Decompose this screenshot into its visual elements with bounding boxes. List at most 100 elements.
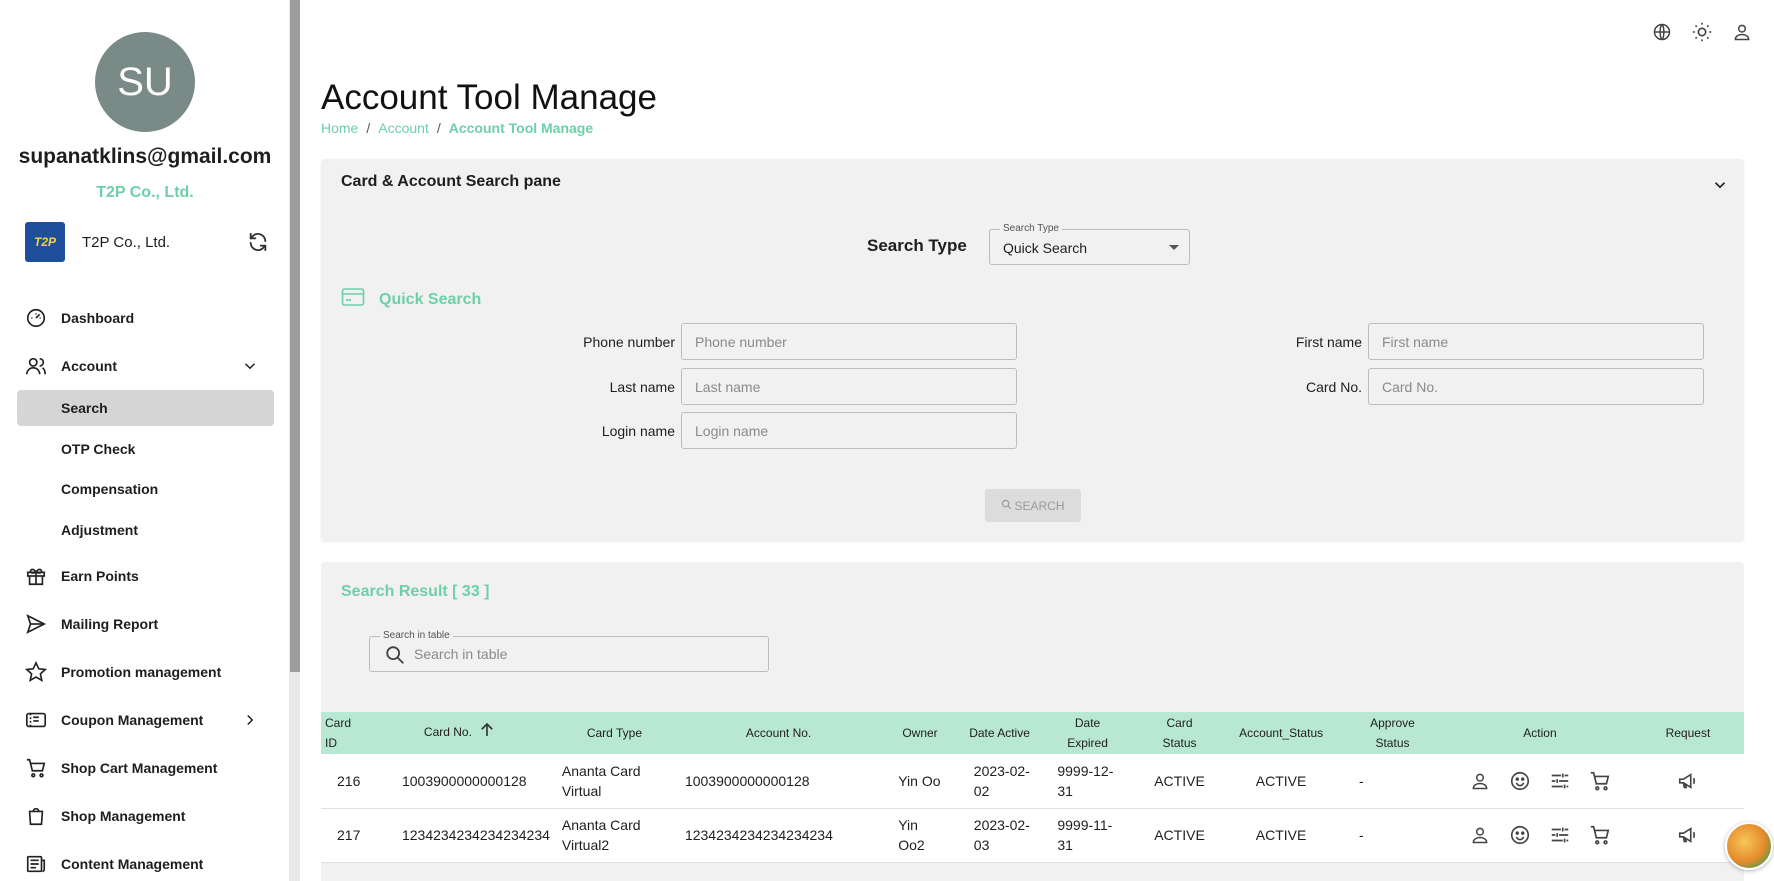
scrollbar-thumb[interactable] <box>290 0 300 672</box>
sidebar-item-mailing-report[interactable]: Mailing Report <box>24 609 274 639</box>
cell-line: 03 <box>973 837 990 853</box>
avatar[interactable]: SU <box>95 32 195 132</box>
col-label: Status <box>1162 736 1197 750</box>
coupon-icon <box>24 708 48 732</box>
sidebar-item-promotion-management[interactable]: Promotion management <box>24 657 274 687</box>
chat-bubble-avatar[interactable] <box>1725 822 1773 870</box>
search-type-value: Quick Search <box>1003 240 1088 256</box>
cell-card-no: 1234234234234234234 <box>365 808 554 863</box>
table-search-input[interactable] <box>414 639 754 669</box>
chevron-right-icon[interactable] <box>238 708 262 732</box>
globe-icon[interactable] <box>1650 20 1674 44</box>
company-switcher: T2P T2P Co., Ltd. <box>25 222 270 262</box>
bag-icon <box>24 804 48 828</box>
chevron-down-icon[interactable] <box>1708 173 1732 197</box>
breadcrumb-current: Account Tool Manage <box>448 120 594 136</box>
cell-date-expired: 9999-11- 31 <box>1041 808 1134 863</box>
col-card-no[interactable]: Card No. <box>366 712 554 754</box>
refresh-icon[interactable] <box>246 230 270 254</box>
col-label: Approve <box>1370 716 1415 730</box>
col-account-status[interactable]: Account_Status <box>1225 712 1337 754</box>
cart-icon[interactable] <box>1588 769 1612 793</box>
cell-line: 2023-02- <box>973 817 1030 833</box>
sidebar: SU supanatklins@gmail.com T2P Co., Ltd. … <box>0 0 290 881</box>
col-date-expired[interactable]: Date Expired <box>1041 712 1133 754</box>
table-row[interactable]: 216 1003900000000128 Ananta Card Virtual … <box>321 754 1744 809</box>
last-name-input[interactable] <box>681 368 1017 405</box>
cell-approve-status: - <box>1336 808 1449 863</box>
cell-card-no: 1003900000000128 <box>365 754 554 809</box>
sidebar-item-search[interactable]: Search <box>17 390 274 426</box>
sidebar-item-dashboard[interactable]: Dashboard <box>24 303 274 333</box>
dashboard-icon <box>24 306 48 330</box>
cell-line: 02 <box>973 782 990 799</box>
sidebar-item-compensation[interactable]: Compensation <box>17 471 274 507</box>
login-name-input[interactable] <box>681 412 1017 449</box>
table-search[interactable]: Search in table <box>369 630 769 672</box>
user-icon[interactable] <box>1468 823 1492 847</box>
search-results: Search Result [ 33 ] Search in table Car… <box>321 562 1744 881</box>
phone-label: Phone number <box>583 334 675 350</box>
search-button[interactable]: SEARCH <box>985 489 1081 522</box>
phone-input[interactable] <box>681 323 1017 360</box>
sidebar-item-shop-management[interactable]: Shop Management <box>24 801 274 831</box>
sidebar-item-adjustment[interactable]: Adjustment <box>17 512 274 548</box>
card-no-input[interactable] <box>1368 368 1704 405</box>
col-account-no[interactable]: Account No. <box>675 712 882 754</box>
sidebar-item-account[interactable]: Account <box>24 351 274 381</box>
search-type-label: Search Type <box>867 236 967 255</box>
breadcrumb-account[interactable]: Account <box>378 120 429 136</box>
cell-line: Virtual2 <box>561 837 610 853</box>
sidebar-item-otp-check[interactable]: OTP Check <box>17 431 274 467</box>
sidebar-item-earn-points[interactable]: Earn Points <box>24 561 274 591</box>
cell-card-id: 217 <box>321 808 366 863</box>
col-label: ID <box>325 736 337 750</box>
col-date-active[interactable]: Date Active <box>958 712 1042 754</box>
col-card-status[interactable]: Card Status <box>1134 712 1225 754</box>
table-row[interactable]: 217 1234234234234234234 Ananta Card Virtu… <box>321 808 1744 863</box>
col-card-id[interactable]: Card ID <box>321 712 366 754</box>
col-card-type[interactable]: Card Type <box>554 712 675 754</box>
user-icon[interactable] <box>1730 20 1754 44</box>
smile-icon[interactable] <box>1508 823 1532 847</box>
sort-ascending-icon[interactable] <box>478 721 496 745</box>
company-logo: T2P <box>25 222 65 262</box>
results-title: Search Result [ 33 ] <box>341 583 490 600</box>
cell-card-type: Ananta Card Virtual <box>553 754 675 809</box>
chevron-down-icon[interactable] <box>238 354 262 378</box>
login-name-label: Login name <box>601 423 675 439</box>
first-name-input[interactable] <box>1368 323 1704 360</box>
sliders-icon[interactable] <box>1548 823 1572 847</box>
breadcrumb-separator: / <box>366 120 371 136</box>
cart-icon[interactable] <box>1588 823 1612 847</box>
sidebar-item-label: Earn Points <box>61 568 139 584</box>
megaphone-icon[interactable] <box>1676 823 1700 847</box>
breadcrumb-separator: / <box>436 120 441 136</box>
sidebar-item-shop-cart-management[interactable]: Shop Cart Management <box>24 753 274 783</box>
cell-account-no: 1003900000000128 <box>674 754 883 809</box>
cell-date-active: 2023-02- 03 <box>957 808 1042 863</box>
user-icon[interactable] <box>1468 769 1492 793</box>
search-pane: Card & Account Search pane Search Type S… <box>321 159 1744 541</box>
page-title: Account Tool Manage <box>321 78 657 117</box>
cell-request <box>1631 754 1744 809</box>
quick-search-title: Quick Search <box>379 290 482 308</box>
cell-owner: Yin Oo2 <box>882 808 958 863</box>
col-approve-status[interactable]: Approve Status <box>1337 712 1448 754</box>
cell-actions <box>1448 754 1632 809</box>
cell-owner: Yin Oo <box>882 754 958 809</box>
sidebar-item-content-management[interactable]: Content Management <box>24 849 274 879</box>
breadcrumb-home[interactable]: Home <box>321 120 358 136</box>
sun-icon[interactable] <box>1690 20 1714 44</box>
search-type-select[interactable]: Search Type Quick Search <box>989 223 1190 265</box>
sliders-icon[interactable] <box>1548 769 1572 793</box>
col-action: Action <box>1523 726 1557 740</box>
smile-icon[interactable] <box>1508 769 1532 793</box>
sidebar-item-coupon-management[interactable]: Coupon Management <box>24 705 274 735</box>
col-owner[interactable]: Owner <box>882 712 958 754</box>
megaphone-icon[interactable] <box>1676 769 1700 793</box>
sidebar-scrollbar[interactable] <box>290 0 300 881</box>
sidebar-item-label: Account <box>61 358 117 374</box>
results-table: Card ID Card No. Card Type Account No. Ow… <box>321 712 1744 863</box>
cell-account-status: ACTIVE <box>1225 808 1337 863</box>
